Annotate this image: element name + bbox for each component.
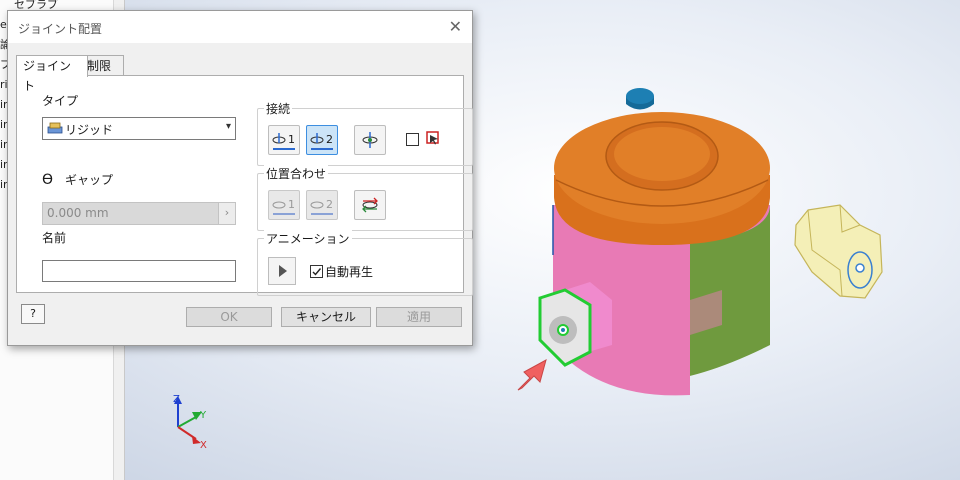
connect-origin-2-button[interactable]: 2: [306, 125, 338, 155]
dialog-titlebar[interactable]: ジョイント配置 ✕: [8, 11, 472, 43]
origin-2-number: 2: [326, 133, 333, 146]
chevron-right-icon[interactable]: ›: [218, 203, 235, 224]
gap-value: 0.000 mm: [47, 206, 109, 220]
apply-button[interactable]: 適用: [376, 307, 462, 327]
tab-joint[interactable]: ジョイント: [16, 55, 88, 93]
align-2-number: 2: [326, 198, 333, 211]
triad-x-label: X: [200, 440, 207, 451]
origin-1-underline: [273, 148, 295, 150]
align-2-underline: [311, 213, 333, 215]
play-icon: [279, 265, 287, 277]
connect-title: 接続: [264, 100, 293, 117]
triad-z-label: Z: [173, 394, 180, 405]
gap-icon: ϴ: [42, 172, 54, 188]
align-2-button[interactable]: 2: [306, 190, 338, 220]
selection-arrow-indicator: [517, 358, 547, 391]
cancel-button[interactable]: キャンセル: [281, 307, 371, 327]
type-label: タイプ: [42, 94, 79, 108]
connect-origin-1-button[interactable]: 1: [268, 125, 300, 155]
flip-icon: [362, 132, 378, 148]
align-1-button[interactable]: 1: [268, 190, 300, 220]
joint-type-value: リジッド: [65, 123, 114, 137]
coordinate-triad: Z Y X: [173, 394, 207, 451]
close-icon[interactable]: ✕: [449, 17, 462, 36]
name-input[interactable]: [42, 260, 236, 282]
ground-component-icon: [426, 131, 439, 145]
rigid-joint-icon: [47, 122, 63, 134]
connect-group: 接続 1 2: [257, 100, 473, 166]
check-icon: [312, 268, 322, 276]
dialog-title: ジョイント配置: [18, 22, 103, 36]
lid-part[interactable]: [554, 112, 770, 245]
help-button[interactable]: ?: [21, 304, 45, 324]
play-button[interactable]: [268, 257, 296, 285]
flip-component-button[interactable]: [354, 125, 386, 155]
ok-button[interactable]: OK: [186, 307, 272, 327]
align-group: 位置合わせ 1 2: [257, 165, 473, 231]
origin-2-underline: [311, 148, 333, 150]
browser-row[interactable]: e: [0, 18, 7, 31]
place-joint-dialog: ジョイント配置 ✕ ジョイント 制限 タイプ リジッド ▾ ϴ ギャップ 0.0…: [7, 10, 473, 346]
autoplay-label: 自動再生: [325, 265, 374, 279]
joint-tab-panel: タイプ リジッド ▾ ϴ ギャップ 0.000 mm › 名前 接続 1 2 位…: [16, 75, 473, 296]
ghost-part[interactable]: [794, 204, 883, 299]
align-1-underline: [273, 213, 295, 215]
animation-title: アニメーション: [264, 230, 352, 247]
animation-group: アニメーション 自動再生: [257, 230, 473, 296]
align-1-number: 1: [288, 198, 295, 211]
joint-type-dropdown[interactable]: リジッド ▾: [42, 117, 236, 140]
knob-part[interactable]: [626, 88, 654, 110]
reverse-arrows-icon: [362, 197, 378, 213]
triad-y-label: Y: [199, 410, 207, 421]
align-title: 位置合わせ: [264, 165, 329, 182]
chevron-down-icon: ▾: [225, 121, 231, 132]
name-label: 名前: [42, 231, 67, 245]
gap-input[interactable]: 0.000 mm ›: [42, 202, 236, 225]
gap-label: ギャップ: [65, 173, 114, 187]
grounded-checkbox[interactable]: [406, 133, 419, 146]
origin-1-number: 1: [288, 133, 295, 146]
autoplay-checkbox[interactable]: [310, 265, 323, 278]
flip-align-button[interactable]: [354, 190, 386, 220]
